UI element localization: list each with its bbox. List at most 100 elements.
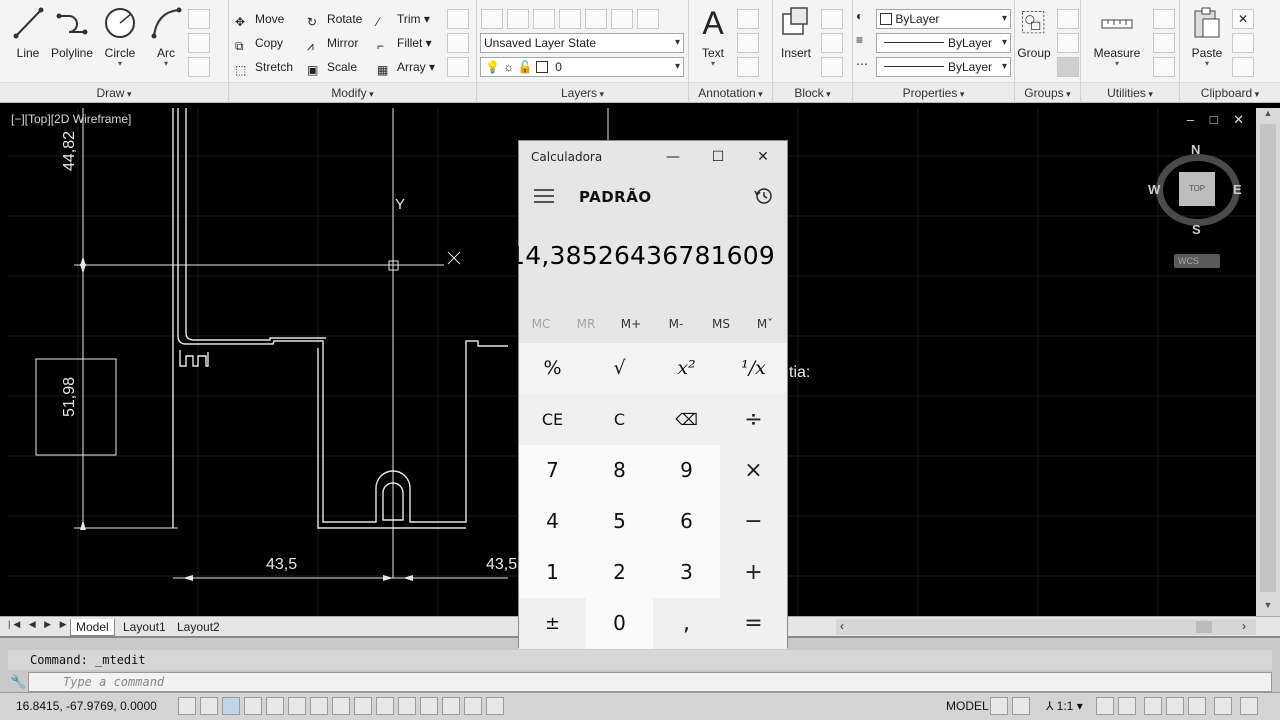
model-space-toggle[interactable]: MODEL — [946, 699, 989, 713]
insert-button[interactable]: Insert — [773, 4, 819, 74]
circle-dropdown-icon[interactable]: ▾ — [94, 60, 146, 68]
digit-3-key[interactable]: 3 — [653, 547, 720, 598]
auto-scale-icon[interactable] — [1118, 697, 1136, 715]
scroll-up-arrow[interactable]: ▲ — [1256, 108, 1280, 122]
hardware-acceleration-icon[interactable] — [1188, 697, 1206, 715]
current-layer-select[interactable]: 💡 ☼ 🔓 0 — [480, 57, 684, 77]
calculator-icon[interactable] — [1153, 57, 1175, 77]
layer-previous-icon[interactable] — [637, 9, 659, 29]
scale-button[interactable]: ▣ Scale — [307, 57, 357, 77]
transparency-icon[interactable] — [420, 697, 438, 715]
memory-recall-button[interactable]: MR — [564, 317, 608, 331]
wcs-menu[interactable]: WCS — [1174, 254, 1220, 268]
linetype-select[interactable]: ByLayer — [876, 33, 1011, 53]
isolate-objects-icon[interactable] — [1214, 697, 1232, 715]
text-dropdown-icon[interactable]: ▾ — [689, 60, 737, 68]
layer-freeze-icon[interactable] — [559, 9, 581, 29]
digit-0-key[interactable]: 0 — [586, 598, 653, 649]
id-point-icon[interactable] — [1153, 9, 1175, 29]
digit-1-key[interactable]: 1 — [519, 547, 586, 598]
tab-layout2[interactable]: Layout2 — [172, 619, 225, 636]
modify-panel-title[interactable]: Modify — [229, 82, 476, 102]
rectangle-icon[interactable] — [188, 9, 210, 29]
copy-clip-icon[interactable] — [1232, 33, 1254, 53]
h-scroll-thumb[interactable] — [1196, 621, 1212, 633]
edit-block-icon[interactable] — [821, 33, 843, 53]
command-input[interactable]: Type a command — [28, 672, 1272, 692]
scroll-thumb[interactable] — [1260, 124, 1276, 592]
array-button[interactable]: ▦ Array ▾ — [377, 57, 435, 77]
compass-north[interactable]: N — [1191, 142, 1200, 157]
groups-panel-title[interactable]: Groups — [1015, 82, 1080, 102]
viewport-label[interactable]: [−][Top][2D Wireframe] — [11, 112, 131, 126]
polyline-button[interactable]: Polyline — [46, 4, 98, 74]
digit-6-key[interactable]: 6 — [653, 496, 720, 547]
color-select[interactable]: ByLayer — [876, 9, 1011, 29]
hamburger-menu-icon[interactable] — [531, 185, 557, 207]
object-snap-tracking-icon[interactable] — [310, 697, 328, 715]
digit-2-key[interactable]: 2 — [586, 547, 653, 598]
decimal-key[interactable]: , — [653, 598, 720, 649]
lock-ui-icon[interactable] — [1166, 697, 1184, 715]
utilities-panel-title[interactable]: Utilities — [1081, 82, 1179, 102]
digit-5-key[interactable]: 5 — [586, 496, 653, 547]
trim-button[interactable]: ⁄ Trim ▾ — [377, 9, 430, 29]
annotation-panel-title[interactable]: Annotation — [689, 82, 772, 102]
subtract-key[interactable]: − — [720, 496, 787, 547]
region-icon[interactable] — [188, 57, 210, 77]
rotate-button[interactable]: ↻ Rotate — [307, 9, 362, 29]
lineweight-display-icon[interactable] — [398, 697, 416, 715]
tab-layout1[interactable]: Layout1 — [118, 619, 171, 636]
grid-display-icon[interactable] — [222, 697, 240, 715]
match-properties-icon[interactable]: ◐ — [856, 9, 874, 29]
digit-7-key[interactable]: 7 — [519, 445, 586, 496]
memory-add-button[interactable]: M+ — [609, 317, 653, 331]
ortho-mode-icon[interactable] — [244, 697, 262, 715]
block-attributes-icon[interactable] — [821, 57, 843, 77]
compass-east[interactable]: E — [1233, 182, 1242, 197]
tab-nav-arrows[interactable]: |◀ ◀ ▶ ▶| — [8, 619, 75, 630]
history-icon[interactable] — [753, 185, 775, 207]
group-button[interactable]: Group — [1015, 4, 1053, 74]
group-selection-icon[interactable] — [1057, 57, 1079, 77]
create-block-icon[interactable] — [821, 9, 843, 29]
arc-dropdown-icon[interactable]: ▾ — [140, 60, 192, 68]
paste-dropdown-icon[interactable]: ▾ — [1182, 60, 1232, 68]
viewcube-top-face[interactable]: TOP — [1179, 172, 1215, 206]
viewcube[interactable]: TOP N S E W — [1148, 140, 1246, 237]
group-edit-icon[interactable] — [1057, 33, 1079, 53]
layer-off-icon[interactable] — [507, 9, 529, 29]
vertical-scrollbar[interactable]: ▲ ▼ — [1256, 108, 1280, 616]
dynamic-input-icon[interactable] — [376, 697, 394, 715]
layer-isolate-icon[interactable] — [533, 9, 555, 29]
command-settings-icon[interactable]: 🔧 — [10, 674, 26, 690]
polar-tracking-icon[interactable] — [266, 697, 284, 715]
digit-4-key[interactable]: 4 — [519, 496, 586, 547]
maximize-button[interactable]: ☐ — [698, 145, 738, 169]
leader-icon[interactable] — [737, 33, 759, 53]
annotation-scale[interactable]: ⅄ 1:1 ▾ — [1046, 699, 1083, 713]
text-button[interactable]: A Text ▾ — [689, 4, 737, 74]
cut-icon[interactable]: ✕ — [1232, 9, 1254, 29]
draw-panel-title[interactable]: Draw — [0, 82, 228, 102]
memory-store-button[interactable]: MS — [699, 317, 743, 331]
hatch-icon[interactable] — [188, 33, 210, 53]
scroll-down-arrow[interactable]: ▼ — [1256, 600, 1280, 614]
compass-west[interactable]: W — [1148, 182, 1160, 197]
measure-button[interactable]: Measure ▾ — [1087, 4, 1147, 74]
viewport-window-controls[interactable]: – □ ✕ — [1187, 112, 1250, 128]
dynamic-ucs-icon[interactable] — [354, 697, 372, 715]
isodraft-icon[interactable] — [288, 697, 306, 715]
layers-panel-title[interactable]: Layers — [477, 82, 688, 102]
memory-list-button[interactable]: Mˇ — [743, 317, 787, 331]
mirror-button[interactable]: ⩘ Mirror — [307, 33, 358, 53]
multiply-key[interactable]: × — [720, 445, 787, 496]
square-key[interactable]: x² — [653, 343, 720, 394]
calculator-titlebar[interactable]: Calculadora — ☐ ✕ — [519, 141, 787, 173]
copy-base-icon[interactable] — [1232, 57, 1254, 77]
memory-clear-button[interactable]: MC — [519, 317, 563, 331]
backspace-key[interactable]: ⌫ — [653, 394, 720, 445]
add-key[interactable]: + — [720, 547, 787, 598]
copy-button[interactable]: ⧉ Copy — [235, 33, 283, 53]
layer-match-icon[interactable] — [611, 9, 633, 29]
